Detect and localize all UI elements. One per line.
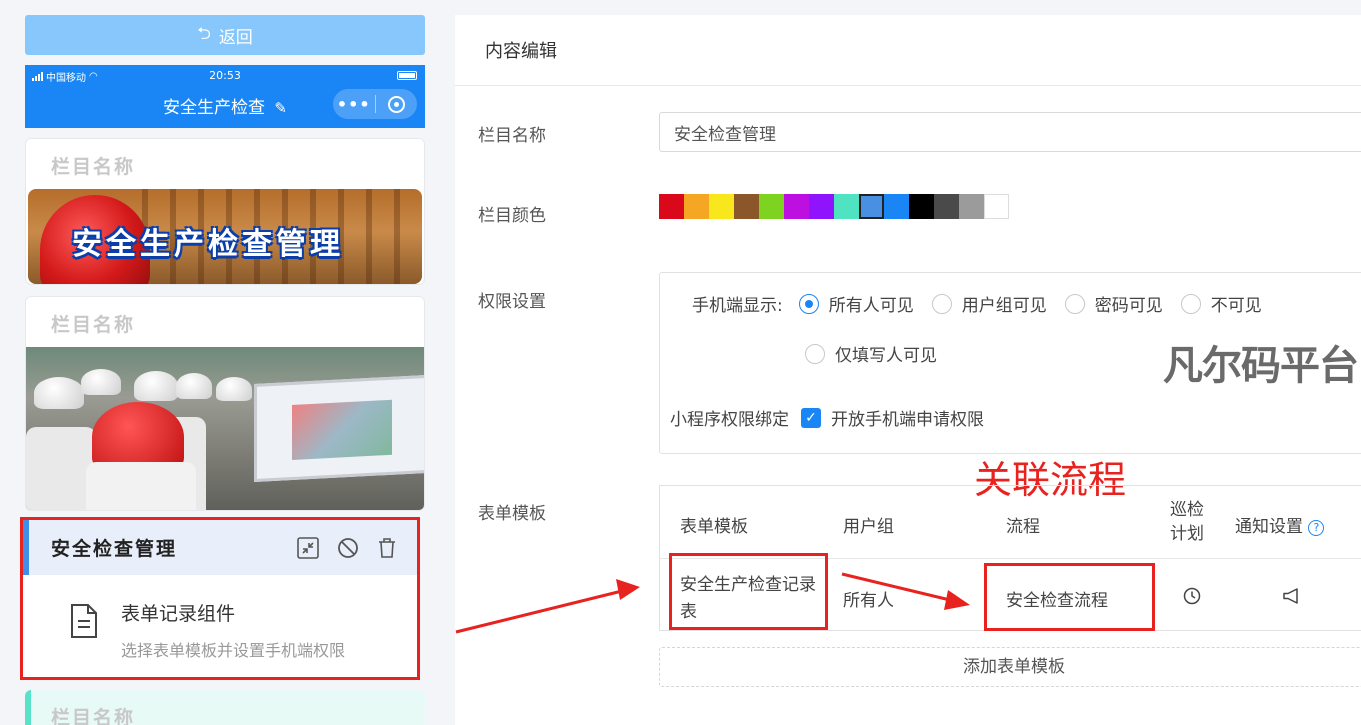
color-swatch[interactable] xyxy=(784,194,809,219)
return-icon: ⮌ xyxy=(197,23,211,44)
component-name: 表单记录组件 xyxy=(121,603,236,625)
col-header-template: 表单模板 xyxy=(680,517,748,537)
column-title: 栏目名称 xyxy=(51,156,136,178)
selected-column-title: 安全检查管理 xyxy=(51,538,178,560)
banner-image: 安全生产检查管理 xyxy=(28,189,422,284)
option-password-visible: 密码可见 xyxy=(1094,296,1163,316)
color-swatch[interactable] xyxy=(884,194,909,219)
mini-program-bind-label: 小程序权限绑定 xyxy=(670,410,789,430)
option-all-visible: 所有人可见 xyxy=(828,296,914,316)
color-swatch[interactable] xyxy=(659,194,684,219)
col-header-inspection: 巡检 计划 xyxy=(1170,498,1204,546)
collapse-icon[interactable] xyxy=(297,537,319,559)
color-swatch[interactable] xyxy=(684,194,709,219)
col-header-inspection-line1: 巡检 xyxy=(1170,500,1204,520)
delete-icon[interactable] xyxy=(377,537,397,559)
radio-filler-only[interactable] xyxy=(805,343,825,364)
col-header-usergroup: 用户组 xyxy=(843,517,894,537)
column-card[interactable]: 栏目名称 xyxy=(25,690,425,725)
permission-label: 权限设置 xyxy=(478,292,546,312)
column-name-input[interactable]: 安全检查管理 xyxy=(659,112,1361,152)
column-card[interactable]: 栏目名称 安全生产检查管理 xyxy=(25,138,425,285)
highlight-flow xyxy=(984,563,1155,631)
open-apply-label: 开放手机端申请权限 xyxy=(831,410,984,430)
back-button[interactable]: ⮌ 返回 xyxy=(25,15,425,55)
mobile-display-label: 手机端显示: xyxy=(692,296,783,316)
color-swatch[interactable] xyxy=(959,194,984,219)
site-photo xyxy=(26,347,424,510)
radio-group-visible[interactable] xyxy=(931,293,952,314)
form-template-label: 表单模板 xyxy=(478,504,546,524)
column-card[interactable]: 栏目名称 xyxy=(25,296,425,511)
col-header-notify-text: 通知设置 xyxy=(1235,517,1303,537)
document-icon xyxy=(71,604,97,638)
color-swatch[interactable] xyxy=(809,194,834,219)
edit-icon[interactable]: ✎ xyxy=(274,99,287,117)
status-bar: 中国移动 ◠ 20:53 xyxy=(25,65,425,87)
form-template-table: 表单模板 用户组 流程 巡检 计划 通知设置 ? 安全生产检查记录 表 所有人 … xyxy=(659,485,1361,631)
col-header-inspection-line2: 计划 xyxy=(1170,524,1204,544)
option-group-visible: 用户组可见 xyxy=(961,296,1047,316)
color-swatch[interactable] xyxy=(834,194,859,219)
add-form-template-button[interactable]: 添加表单模板 xyxy=(659,647,1361,687)
radio-invisible[interactable] xyxy=(1180,293,1201,314)
banner-text: 安全生产检查管理 xyxy=(72,227,344,262)
radio-password-visible[interactable] xyxy=(1064,293,1085,314)
column-name-label: 栏目名称 xyxy=(478,126,546,146)
selected-column-card[interactable]: 安全检查管理 表单记录组件 选择表单模板并设置手机端权限 xyxy=(20,517,420,680)
row-user-group: 所有人 xyxy=(843,591,894,611)
phone-header: 中国移动 ◠ 20:53 安全生产检查 ✎ ••• xyxy=(25,65,425,128)
color-swatch[interactable] xyxy=(859,194,884,219)
megaphone-icon[interactable] xyxy=(1282,587,1300,605)
clock-icon[interactable] xyxy=(1183,587,1201,605)
column-title: 栏目名称 xyxy=(51,707,136,725)
status-time: 20:53 xyxy=(209,69,241,82)
color-swatch[interactable] xyxy=(934,194,959,219)
radio-all-visible[interactable] xyxy=(798,293,819,314)
color-swatch[interactable] xyxy=(984,194,1009,219)
selected-column-header: 安全检查管理 xyxy=(23,520,417,575)
mini-program-capsule: ••• xyxy=(333,89,417,119)
watermark: 凡尔码平台 xyxy=(1163,343,1359,389)
editor-title: 内容编辑 xyxy=(455,15,1361,86)
color-swatch[interactable] xyxy=(734,194,759,219)
color-swatch[interactable] xyxy=(759,194,784,219)
color-swatch[interactable] xyxy=(909,194,934,219)
column-title: 栏目名称 xyxy=(51,314,136,336)
color-palette xyxy=(659,194,1009,219)
option-invisible: 不可见 xyxy=(1210,296,1262,316)
disable-icon[interactable] xyxy=(337,537,359,559)
battery-icon xyxy=(397,71,417,80)
more-icon[interactable]: ••• xyxy=(333,95,375,114)
column-color-label: 栏目颜色 xyxy=(478,206,546,226)
color-swatch[interactable] xyxy=(709,194,734,219)
component-description: 选择表单模板并设置手机端权限 xyxy=(121,641,346,660)
option-filler-only: 仅填写人可见 xyxy=(835,346,937,366)
highlight-template xyxy=(669,553,828,630)
content-editor: 内容编辑 栏目名称 安全检查管理 栏目颜色 权限设置 手机端显示: 所有人可见 … xyxy=(455,15,1361,725)
back-label: 返回 xyxy=(218,27,253,48)
close-target-icon[interactable] xyxy=(375,95,417,113)
help-icon[interactable]: ? xyxy=(1308,520,1325,536)
col-header-flow: 流程 xyxy=(1006,517,1040,537)
phone-title-text: 安全生产检查 xyxy=(163,98,265,118)
open-apply-checkbox[interactable]: ✓ xyxy=(801,407,821,428)
col-header-notify: 通知设置 ? xyxy=(1235,512,1325,537)
